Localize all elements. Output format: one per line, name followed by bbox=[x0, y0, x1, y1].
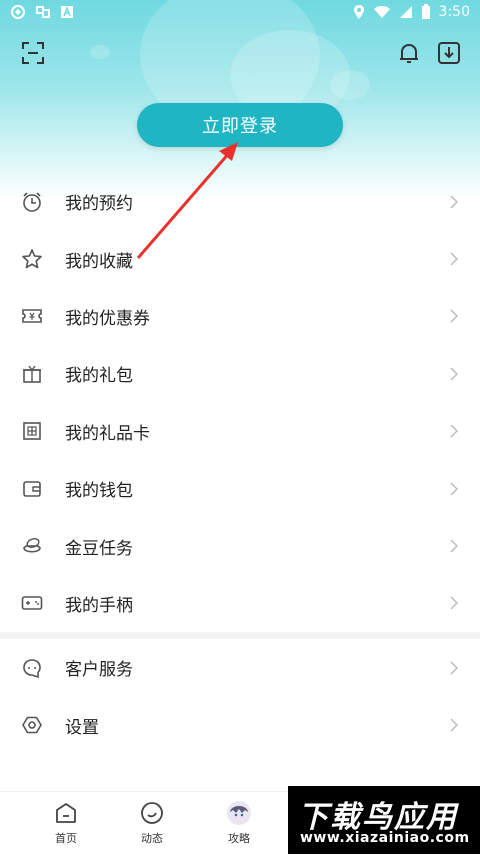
menu-item-label: 我的优惠券 bbox=[65, 308, 150, 329]
chevron-right-icon bbox=[450, 367, 458, 381]
menu-item-label: 我的手柄 bbox=[65, 595, 133, 616]
menu-item-label: 客户服务 bbox=[65, 660, 133, 681]
menu-item-label: 我的礼品卡 bbox=[65, 423, 150, 444]
menu-list: 我的预约 我的收藏 我的优惠券 我的礼包 我的礼品卡 我的钱包 金豆任务 我的手… bbox=[0, 173, 480, 632]
gift-card-icon bbox=[23, 422, 41, 441]
menu-item-gamepad[interactable]: 我的手柄 bbox=[0, 575, 480, 632]
watermark: 下载鸟应用 www.xiazainiao.com bbox=[288, 786, 480, 854]
tab-guides[interactable]: 攻略 bbox=[209, 800, 269, 846]
menu-item-label: 设置 bbox=[65, 717, 99, 738]
menu-item-label: 我的钱包 bbox=[65, 481, 133, 502]
home-icon bbox=[56, 803, 76, 823]
star-icon bbox=[22, 249, 42, 269]
moments-icon bbox=[141, 802, 163, 824]
chevron-right-icon bbox=[450, 661, 458, 675]
chevron-right-icon bbox=[450, 539, 458, 553]
tab-moments[interactable]: 动态 bbox=[122, 800, 182, 846]
section-divider bbox=[0, 632, 480, 639]
tab-label: 首页 bbox=[55, 832, 77, 845]
menu-item-reservations[interactable]: 我的预约 bbox=[0, 173, 480, 230]
tab-home[interactable]: 首页 bbox=[36, 800, 96, 846]
menu-item-customer-service[interactable]: 客户服务 bbox=[0, 639, 480, 696]
menu-item-label: 我的礼包 bbox=[65, 366, 133, 387]
alarm-clock-icon bbox=[23, 192, 41, 212]
secondary-menu-list: 客户服务 设置 bbox=[0, 639, 480, 754]
menu-item-label: 我的收藏 bbox=[65, 251, 133, 272]
chevron-right-icon bbox=[450, 482, 458, 496]
gift-box-icon bbox=[23, 365, 41, 383]
menu-item-label: 我的预约 bbox=[65, 194, 133, 215]
chevron-right-icon bbox=[450, 718, 458, 732]
chevron-right-icon bbox=[450, 309, 458, 323]
tab-label: 动态 bbox=[141, 832, 163, 845]
coupon-icon bbox=[22, 309, 42, 324]
watermark-url: www.xiazainiao.com bbox=[300, 830, 470, 846]
gold-bean-icon bbox=[23, 538, 41, 553]
chevron-right-icon bbox=[450, 195, 458, 209]
chevron-right-icon bbox=[450, 252, 458, 266]
customer-service-icon bbox=[23, 658, 41, 678]
chevron-right-icon bbox=[450, 424, 458, 438]
tab-label: 攻略 bbox=[228, 832, 250, 845]
menu-item-gift-packs[interactable]: 我的礼包 bbox=[0, 345, 480, 402]
menu-item-favorites[interactable]: 我的收藏 bbox=[0, 230, 480, 287]
menu-item-wallet[interactable]: 我的钱包 bbox=[0, 460, 480, 517]
gamepad-icon bbox=[21, 596, 43, 611]
avatar-icon bbox=[227, 801, 251, 825]
wallet-icon bbox=[23, 480, 41, 497]
menu-item-coupons[interactable]: 我的优惠券 bbox=[0, 288, 480, 345]
chevron-right-icon bbox=[450, 596, 458, 610]
settings-icon bbox=[22, 716, 42, 734]
menu-item-gold-bean-tasks[interactable]: 金豆任务 bbox=[0, 517, 480, 574]
menu-item-label: 金豆任务 bbox=[65, 538, 133, 559]
menu-item-settings[interactable]: 设置 bbox=[0, 696, 480, 753]
menu-item-gift-cards[interactable]: 我的礼品卡 bbox=[0, 403, 480, 460]
